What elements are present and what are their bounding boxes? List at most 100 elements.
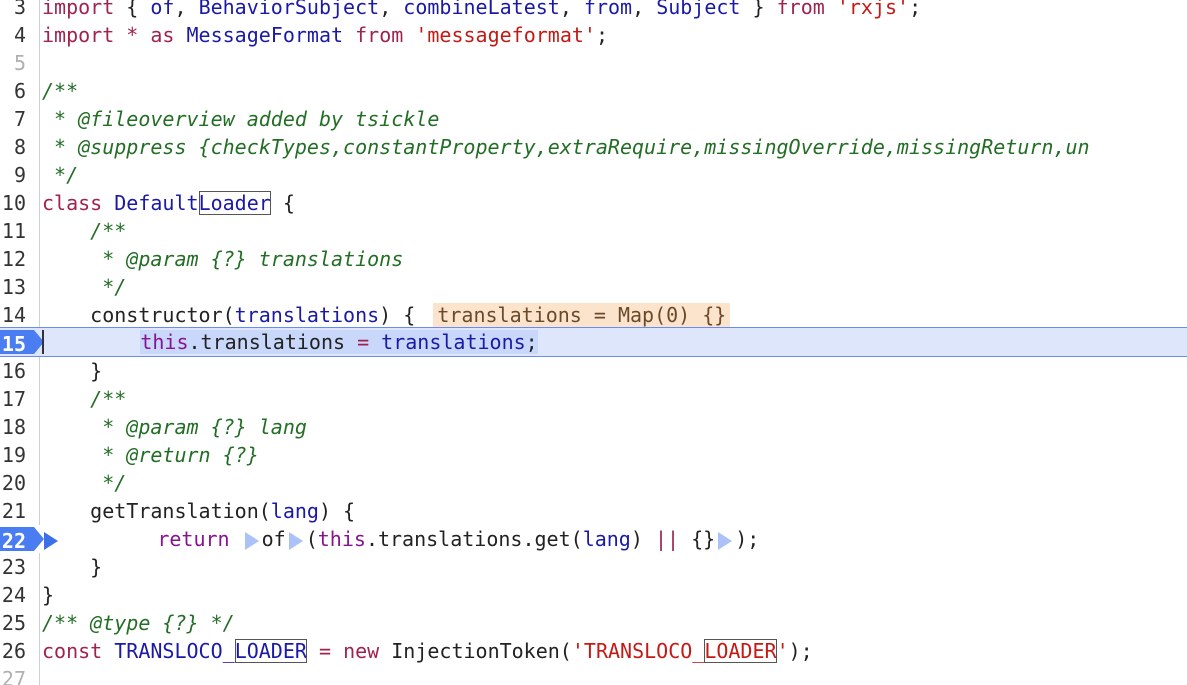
punct: ; — [525, 330, 538, 354]
line-gutter[interactable]: 10 — [0, 189, 40, 217]
code-text: } — [42, 359, 103, 383]
line-gutter[interactable]: 3 — [0, 0, 40, 21]
line-gutter[interactable]: 26 — [0, 637, 40, 665]
code-text: } — [42, 583, 55, 607]
inline-breakpoint-icon[interactable] — [718, 531, 733, 550]
line-gutter[interactable]: 18 — [0, 413, 40, 441]
punct: {} — [691, 527, 716, 551]
punct: { — [270, 191, 295, 215]
line-gutter[interactable]: 11 — [0, 217, 40, 245]
line-gutter[interactable]: 22 — [0, 525, 44, 553]
identifier: .translations.get( — [365, 527, 583, 551]
code-line: 3 import { of, BehaviorSubject, combineL… — [0, 0, 1187, 21]
line-gutter[interactable]: 5 — [0, 49, 40, 77]
punct: ; — [909, 0, 922, 19]
line-gutter[interactable]: 16 — [0, 357, 40, 385]
code-text: } — [42, 555, 103, 579]
code-line: 11 /** — [0, 217, 1187, 245]
line-number: 6 — [13, 79, 26, 103]
punct: } — [740, 0, 777, 19]
identifier: constructor( — [90, 303, 235, 327]
line-gutter[interactable]: 6 — [0, 77, 40, 105]
line-number: 10 — [1, 191, 26, 215]
line-number: 21 — [1, 499, 26, 523]
keyword: import — [42, 23, 115, 47]
line-gutter[interactable]: 15 — [0, 328, 44, 356]
line-gutter[interactable]: 19 — [0, 441, 40, 469]
line-number: 3 — [13, 0, 26, 19]
inline-breakpoint-icon[interactable] — [44, 531, 58, 550]
line-gutter[interactable]: 4 — [0, 21, 40, 49]
code-line: 14 constructor(translations) { translati… — [0, 301, 1187, 329]
punct: ); — [735, 527, 760, 551]
code-line: 18 * @param {?} lang — [0, 413, 1187, 441]
code-line: 26 const TRANSLOCO_LOADER = new Injectio… — [0, 637, 1187, 665]
code-line: 24 } — [0, 581, 1187, 609]
line-gutter[interactable]: 20 — [0, 469, 40, 497]
identifier: of — [150, 0, 175, 19]
line-gutter[interactable]: 7 — [0, 105, 40, 133]
current-execution-line: 15 this.translations = translations; — [0, 327, 1187, 357]
identifier: MessageFormat — [186, 23, 344, 47]
code-text: class DefaultLoader { — [42, 189, 295, 217]
line-gutter[interactable]: 23 — [0, 553, 40, 581]
inline-breakpoint-icon[interactable] — [288, 531, 303, 550]
keyword: import — [42, 0, 115, 19]
line-number: 26 — [1, 639, 26, 663]
line-number: 24 — [1, 583, 26, 607]
line-gutter[interactable]: 14 — [0, 301, 40, 329]
keyword: const — [42, 639, 103, 663]
inline-breakpoint-icon[interactable] — [244, 531, 259, 550]
breakpoint-marker[interactable]: 15 — [0, 330, 44, 356]
breakpoint-marker[interactable]: 22 — [0, 527, 44, 553]
line-gutter[interactable]: 17 — [0, 385, 40, 413]
identifier: BehaviorSubject — [198, 0, 380, 19]
line-number: 23 — [1, 555, 26, 579]
code-line: 22 return of (this.translations.get(lang)… — [0, 525, 1187, 553]
line-number: 18 — [1, 415, 26, 439]
inline-variable-value[interactable]: translations = Map(0) {} — [433, 303, 731, 328]
string: 'rxjs' — [836, 0, 910, 19]
comment-text: /** — [42, 387, 127, 411]
line-gutter[interactable]: 9 — [0, 161, 40, 189]
keyword: this — [317, 527, 366, 551]
code-line: 17 /** — [0, 385, 1187, 413]
identifier: from — [583, 0, 633, 19]
keyword: as — [150, 23, 175, 47]
line-gutter[interactable]: 25 — [0, 609, 40, 637]
keyword: return — [157, 527, 230, 551]
punct: ); — [788, 639, 813, 663]
code-line: 23 } — [0, 553, 1187, 581]
string: 'TRANSLOCO_ — [571, 639, 705, 663]
code-text: import { of, BehaviorSubject, combineLat… — [42, 0, 921, 21]
code-editor[interactable]: 3 import { of, BehaviorSubject, combineL… — [0, 0, 1187, 685]
line-gutter[interactable]: 12 — [0, 245, 40, 273]
search-match-highlight: LOADER — [234, 639, 307, 663]
operator: || — [654, 527, 680, 551]
keyword: from — [355, 23, 404, 47]
code-line: 10 class DefaultLoader { — [0, 189, 1187, 217]
search-match-highlight: Loader — [198, 191, 271, 215]
line-number: 8 — [13, 135, 26, 159]
string: 'messageformat' — [415, 23, 596, 47]
identifier: of — [261, 527, 286, 551]
line-gutter[interactable]: 21 — [0, 497, 40, 525]
line-gutter[interactable]: 27 — [0, 665, 40, 685]
string: ' — [776, 639, 789, 663]
keyword: this — [140, 330, 189, 354]
line-gutter[interactable]: 24 — [0, 581, 40, 609]
code-line: 7 * @fileoverview added by tsickle — [0, 105, 1187, 133]
code-line: 6 /** — [0, 77, 1187, 105]
line-gutter[interactable]: 8 — [0, 133, 40, 161]
line-gutter[interactable]: 13 — [0, 273, 40, 301]
punct: , — [559, 0, 584, 19]
comment-text: */ — [42, 163, 79, 187]
comment-text: * @fileoverview added by tsickle — [42, 107, 440, 131]
